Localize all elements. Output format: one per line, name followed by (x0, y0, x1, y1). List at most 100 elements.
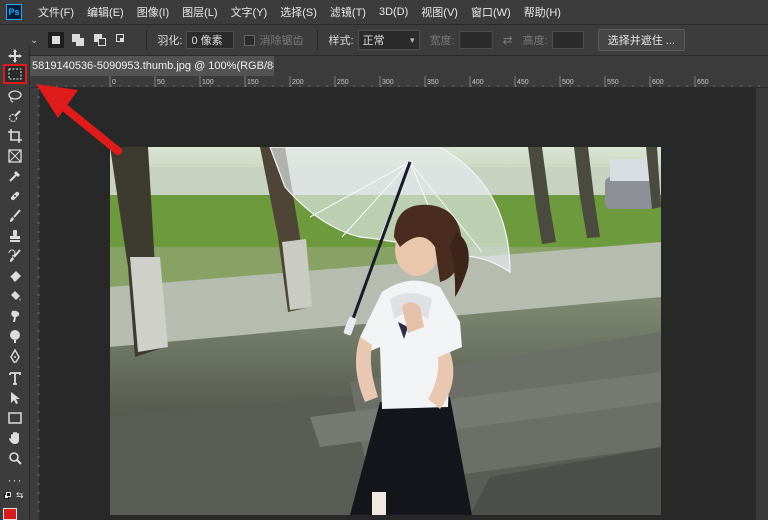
antialias-label: 消除锯齿 (259, 35, 304, 47)
type-icon (9, 372, 21, 385)
dodge-icon (10, 330, 20, 343)
document-image[interactable] (110, 147, 661, 515)
eraser-icon (9, 271, 21, 282)
pen-tool[interactable] (3, 346, 27, 366)
options-bar: ⌄ 羽化: 0 像素 消除锯齿 样式: 正常 ▾ 宽度: ⇄ 高度: 选择并遮住… (0, 24, 768, 56)
horizontal-ruler: 0 50 100 150 200 250 300 350 400 450 500 550 600 650 (30, 76, 768, 88)
eyedropper-tool[interactable] (3, 166, 27, 186)
intersect-selection-icon[interactable] (114, 32, 130, 48)
menu-filter[interactable]: 滤镜(T) (330, 4, 366, 20)
brush-icon (10, 209, 21, 222)
menu-layer[interactable]: 图层(L) (182, 4, 217, 20)
swap-dimensions-icon[interactable]: ⇄ (503, 33, 513, 47)
add-to-selection-icon[interactable] (70, 32, 86, 48)
healing-brush-tool[interactable] (3, 186, 27, 206)
menu-edit[interactable]: 编辑(E) (87, 4, 124, 20)
style-label: 样式: (328, 35, 354, 47)
ruler-label: 100 (202, 79, 214, 86)
divider (317, 30, 319, 50)
move-icon (8, 49, 22, 63)
smudge-tool[interactable] (3, 306, 27, 326)
menu-type[interactable]: 文字(Y) (231, 4, 268, 20)
quick-selection-tool[interactable] (3, 106, 27, 126)
ruler-label: 450 (517, 79, 529, 86)
marquee-icon (8, 68, 22, 80)
paint-bucket-icon (11, 291, 21, 301)
ruler-label: 600 (652, 79, 664, 86)
crop-tool[interactable] (3, 126, 27, 146)
ruler-label: 250 (337, 79, 349, 86)
pen-icon (10, 349, 20, 363)
new-selection-icon[interactable] (48, 32, 65, 48)
ruler-label: 50 (157, 79, 165, 86)
subtract-from-selection-icon[interactable] (92, 32, 108, 48)
ruler-label: 550 (607, 79, 619, 86)
antialias-checkbox[interactable] (244, 34, 256, 46)
path-selection-tool[interactable] (3, 388, 27, 408)
menu-image[interactable]: 图像(I) (137, 4, 169, 20)
vertical-ruler (30, 87, 40, 520)
menu-help[interactable]: 帮助(H) (524, 4, 561, 20)
zoom-tool[interactable] (3, 448, 27, 468)
foreground-color-swatch[interactable] (3, 508, 17, 520)
select-and-mask-button[interactable]: 选择并遮住 ... (597, 29, 685, 51)
rectangle-tool[interactable] (3, 408, 27, 428)
ruler-label: 200 (292, 79, 304, 86)
feather-input[interactable]: 0 像素 (186, 31, 235, 49)
chevron-down-icon[interactable]: ⌄ (30, 35, 38, 46)
menu-select[interactable]: 选择(S) (280, 4, 317, 20)
move-tool[interactable] (3, 46, 27, 66)
document-tab-bar: 5819140536-5090953.thumb.jpg @ 100%(RGB/… (30, 56, 768, 76)
magnifier-icon (9, 452, 22, 465)
document-tab[interactable]: 5819140536-5090953.thumb.jpg @ 100%(RGB/… (30, 56, 274, 76)
rectangle-icon (8, 412, 22, 424)
ruler-label: 0 (112, 79, 116, 86)
vertical-scrollbar[interactable] (756, 88, 768, 520)
hand-tool[interactable] (3, 428, 27, 448)
menu-3d[interactable]: 3D(D) (379, 6, 408, 18)
chevron-down-icon: ▾ (409, 34, 415, 45)
feather-label: 羽化: (157, 35, 183, 47)
divider (146, 30, 148, 50)
smudge-icon (11, 310, 20, 322)
lasso-icon (8, 90, 22, 103)
eraser-tool[interactable] (3, 266, 27, 286)
quick-selection-icon (8, 110, 21, 123)
menu-bar: Ps 文件(F) 编辑(E) 图像(I) 图层(L) 文字(Y) 选择(S) 滤… (0, 0, 768, 24)
menu-view[interactable]: 视图(V) (421, 4, 458, 20)
ruler-label: 150 (247, 79, 259, 86)
photoshop-logo: Ps (6, 4, 22, 20)
hand-icon (9, 432, 19, 444)
rectangular-marquee-tool[interactable] (3, 64, 27, 84)
photo-girl-with-umbrella (110, 147, 661, 515)
height-label: 高度: (522, 35, 548, 47)
menu-window[interactable]: 窗口(W) (471, 4, 511, 20)
type-tool[interactable] (3, 368, 27, 388)
height-input[interactable] (551, 31, 584, 49)
paint-bucket-tool[interactable] (3, 286, 27, 306)
frame-icon (8, 149, 22, 163)
bandage-icon (10, 191, 20, 201)
lasso-tool[interactable] (3, 86, 27, 106)
width-input[interactable] (458, 31, 493, 49)
ruler-label: 350 (427, 79, 439, 86)
ruler-label: 500 (562, 79, 574, 86)
width-label: 宽度: (429, 35, 455, 47)
arrow-cursor-icon (11, 392, 20, 404)
history-brush-tool[interactable] (3, 246, 27, 266)
more-tools-icon[interactable]: ··· (3, 470, 27, 490)
frame-tool[interactable] (3, 146, 27, 166)
ruler-label: 400 (472, 79, 484, 86)
style-select[interactable]: 正常 ▾ (357, 30, 420, 50)
dodge-tool[interactable] (3, 326, 27, 346)
ruler-label: 300 (382, 79, 394, 86)
brush-tool[interactable] (3, 206, 27, 226)
clone-stamp-tool[interactable] (3, 226, 27, 246)
crop-icon (8, 129, 22, 143)
default-colors-icon[interactable]: ⇆ (4, 490, 26, 504)
stamp-icon (10, 230, 20, 242)
style-select-value: 正常 (362, 35, 385, 47)
eyedropper-icon (9, 171, 20, 182)
menu-file[interactable]: 文件(F) (38, 4, 74, 20)
document-title: 5819140536-5090953.thumb.jpg @ 100%(RGB/… (32, 60, 274, 72)
